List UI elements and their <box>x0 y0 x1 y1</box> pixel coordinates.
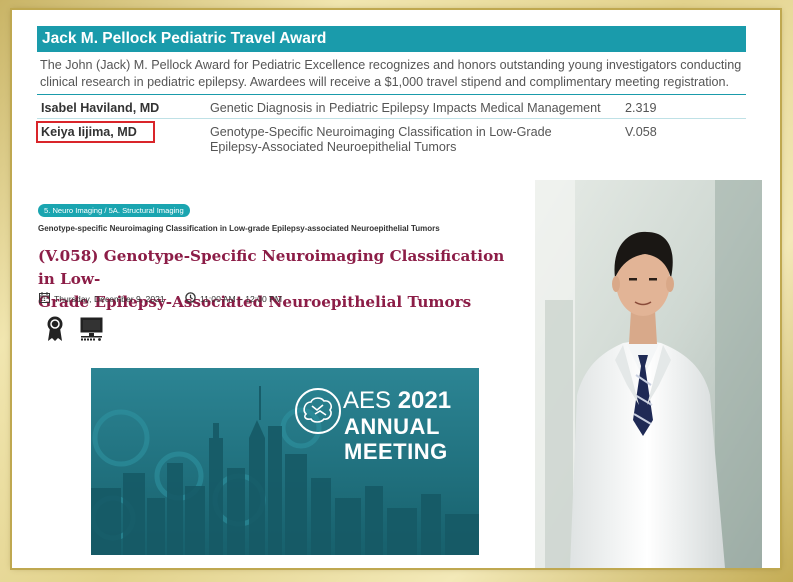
aes-year: 2021 <box>397 387 452 414</box>
awardee-portrait-photo <box>535 180 762 568</box>
abstract-title-cell-line2: Epilepsy-Associated Neuroepithelial Tumo… <box>210 140 457 154</box>
award-description: The John (Jack) M. Pellock Award for Ped… <box>40 57 750 91</box>
abstract-code: V.058 <box>625 125 657 139</box>
table-row-divider <box>37 118 746 119</box>
table-top-rule <box>37 94 746 95</box>
award-ribbon-icon <box>46 316 64 342</box>
abstract-title-cell: Genotype-Specific Neuroimaging Classific… <box>210 125 552 139</box>
session-date: Thursday, December 9, 2021 <box>39 292 165 305</box>
abstract-title-line: (V.058) Genotype-Specific Neuroimaging C… <box>38 247 505 288</box>
session-time-text: 11:00 AM – 12:00 PM <box>200 293 283 304</box>
session-date-text: Thursday, December 9, 2021 <box>54 293 165 304</box>
aes-meeting: MEETING <box>344 439 448 464</box>
clock-icon <box>185 292 196 305</box>
aes-logo-text: AES 2021 <box>343 387 451 415</box>
name-highlight-box <box>36 121 155 143</box>
award-description-line: The John (Jack) M. Pellock Award for Ped… <box>40 58 742 72</box>
abstract-short-title: Genotype-specific Neuroimaging Classific… <box>38 224 440 233</box>
monitor-icon <box>80 317 103 341</box>
aes-annual: ANNUAL <box>344 414 440 439</box>
screenshot-panel: Jack M. Pellock Pediatric Travel Award T… <box>12 10 780 568</box>
session-time: 11:00 AM – 12:00 PM <box>185 292 282 305</box>
aes-org: AES <box>343 387 392 414</box>
abstract-code: 2.319 <box>625 101 657 115</box>
award-description-line: clinical research in pediatric epilepsy.… <box>40 75 730 89</box>
calendar-icon <box>39 292 50 305</box>
category-tag[interactable]: 5. Neuro Imaging / 5A. Structural Imagin… <box>38 204 190 217</box>
award-title: Jack M. Pellock Pediatric Travel Award <box>37 26 746 52</box>
awardee-name: Isabel Haviland, MD <box>41 101 160 115</box>
aes-meeting-banner: AES 2021 ANNUAL MEETING <box>91 368 479 555</box>
abstract-title-cell: Genetic Diagnosis in Pediatric Epilepsy … <box>210 101 601 115</box>
